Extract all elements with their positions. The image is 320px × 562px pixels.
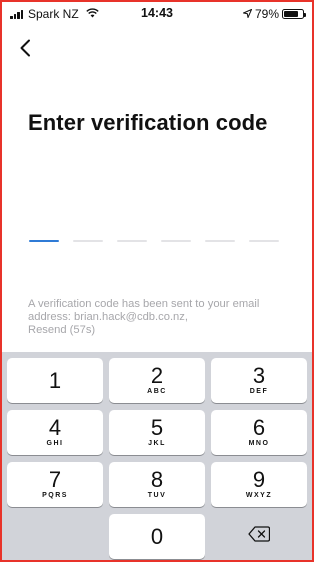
battery-icon — [282, 9, 306, 19]
key-1[interactable]: 1 — [7, 358, 103, 403]
code-digit-slot[interactable] — [117, 240, 147, 242]
status-right: 79% — [241, 7, 306, 21]
status-bar: Spark NZ 14:43 79% — [2, 2, 312, 24]
verification-info-text: A verification code has been sent to you… — [28, 298, 298, 337]
key-digit: 5 — [150, 415, 164, 440]
keypad-row: 1 2 ABC 3 DEF — [7, 358, 307, 403]
info-message: A verification code has been sent to you… — [28, 298, 260, 323]
code-digit-slot[interactable] — [29, 240, 59, 242]
resend-link[interactable]: Resend (57s) — [28, 324, 95, 336]
verification-code-input[interactable] — [29, 240, 279, 242]
chevron-left-icon — [19, 39, 31, 62]
code-digit-slot[interactable] — [73, 240, 103, 242]
key-digit: 9 — [252, 467, 266, 492]
key-digit: 0 — [150, 523, 164, 549]
key-7[interactable]: 7 PQRS — [7, 462, 103, 507]
key-letters: TUV — [147, 492, 167, 499]
key-3[interactable]: 3 DEF — [211, 358, 307, 403]
location-arrow-icon — [241, 7, 253, 21]
key-8[interactable]: 8 TUV — [109, 462, 205, 507]
page-title: Enter verification code — [28, 110, 268, 135]
code-digit-slot[interactable] — [161, 240, 191, 242]
key-digit: 3 — [252, 363, 266, 388]
key-4[interactable]: 4 GHI — [7, 410, 103, 455]
key-letters: GHI — [46, 440, 64, 447]
keypad-row: 4 GHI 5 JKL 6 MNO — [7, 410, 307, 455]
key-digit: 1 — [48, 367, 62, 393]
key-letters: PQRS — [42, 492, 68, 499]
key-letters: WXYZ — [245, 492, 273, 499]
key-digit: 2 — [150, 363, 164, 388]
key-letters: DEF — [249, 388, 269, 395]
key-digit: 6 — [252, 415, 266, 440]
back-button[interactable] — [14, 38, 36, 62]
key-6[interactable]: 6 MNO — [211, 410, 307, 455]
delete-key[interactable] — [211, 514, 307, 559]
key-letters: ABC — [147, 388, 167, 395]
key-digit: 7 — [48, 467, 62, 492]
backspace-icon — [248, 526, 271, 547]
screen-frame: Spark NZ 14:43 79% Enter verification co… — [0, 0, 314, 562]
battery-percent: 79% — [254, 7, 279, 21]
code-digit-slot[interactable] — [205, 240, 235, 242]
code-digit-slot[interactable] — [249, 240, 279, 242]
keypad-row: 0 — [7, 514, 307, 559]
key-digit: 8 — [150, 467, 164, 492]
battery-fill — [284, 11, 299, 17]
key-0[interactable]: 0 — [109, 514, 205, 559]
key-5[interactable]: 5 JKL — [109, 410, 205, 455]
numeric-keypad: 1 2 ABC 3 DEF 4 GHI 5 JKL 6 MNO 7 PQRS 8 TUV 9 WXYZ 0 — [2, 352, 312, 560]
key-digit: 4 — [48, 415, 62, 440]
key-letters: MNO — [248, 440, 270, 447]
key-2[interactable]: 2 ABC — [109, 358, 205, 403]
keypad-row: 7 PQRS 8 TUV 9 WXYZ — [7, 462, 307, 507]
keypad-blank — [7, 514, 103, 559]
key-9[interactable]: 9 WXYZ — [211, 462, 307, 507]
key-letters: JKL — [148, 440, 166, 447]
